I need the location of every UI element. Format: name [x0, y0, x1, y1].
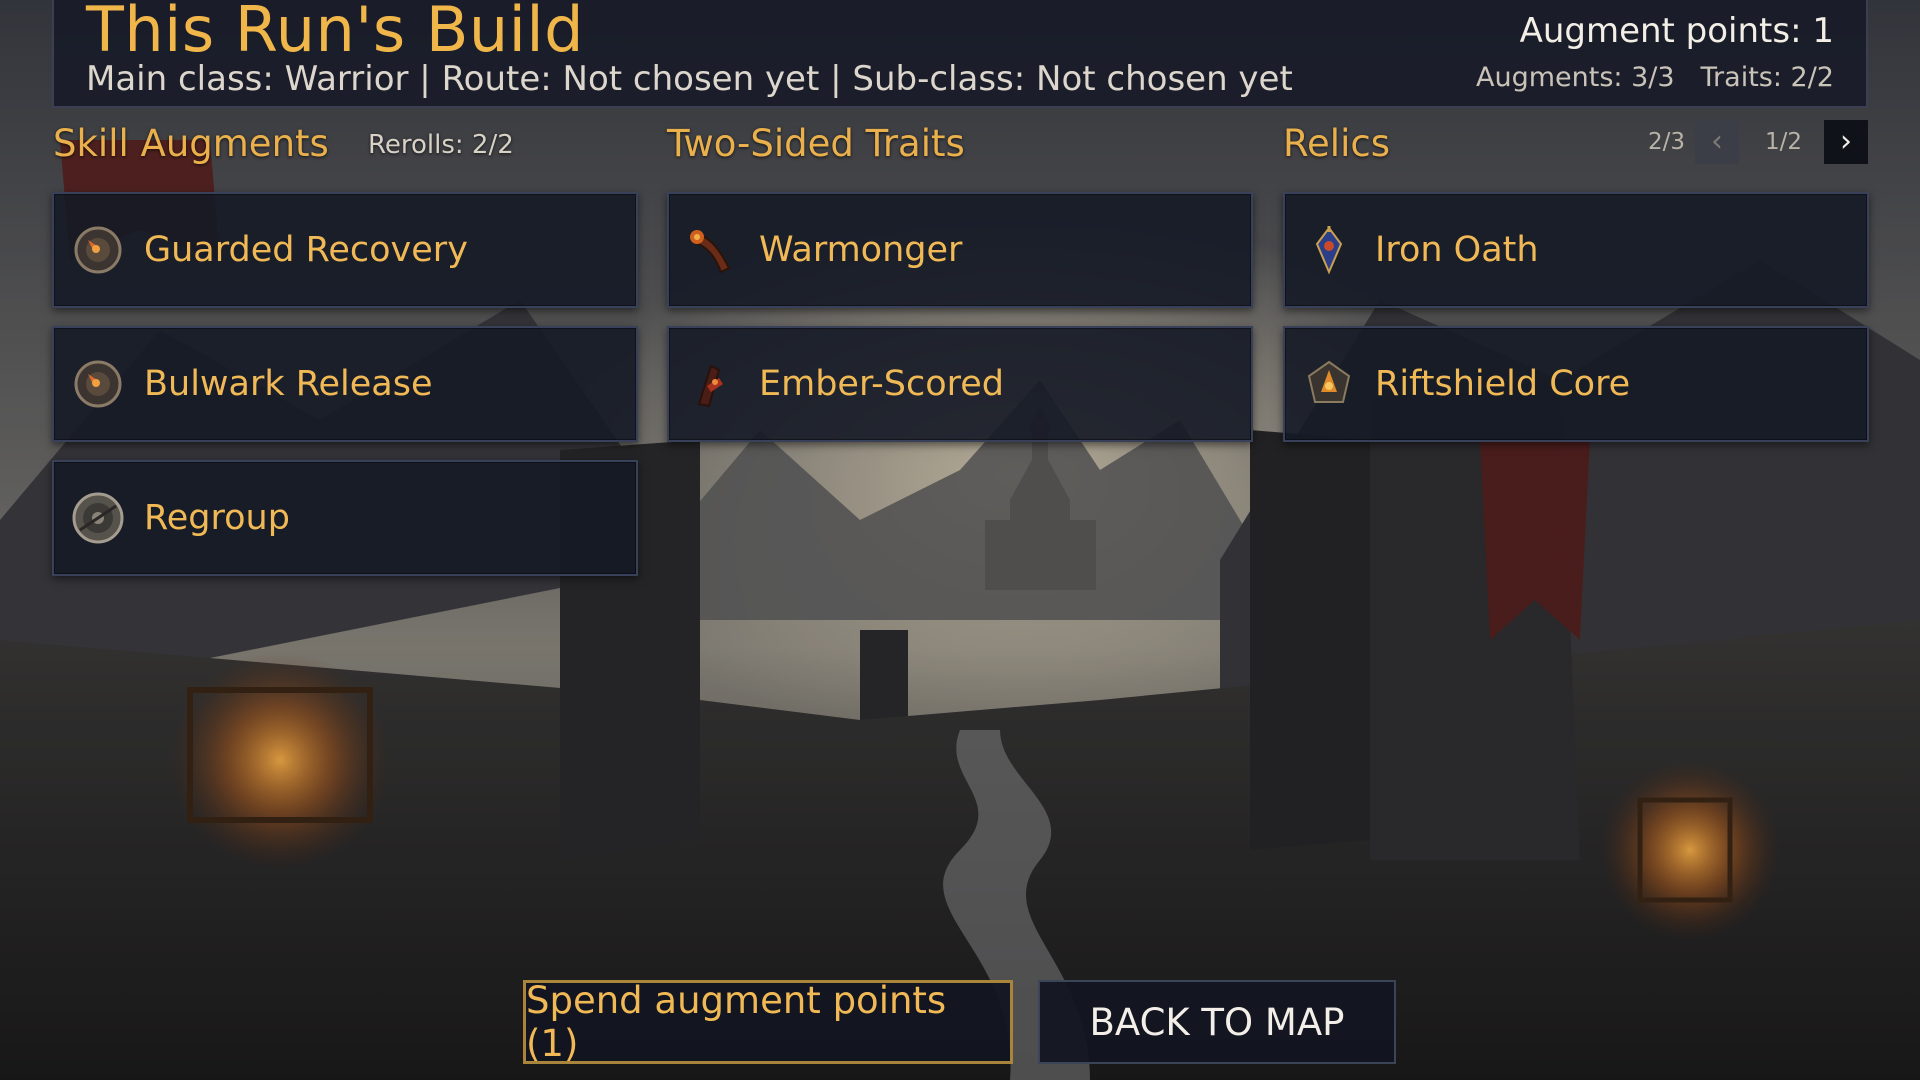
shield-spark-icon	[74, 360, 122, 408]
trait-label: Ember-Scored	[759, 364, 1004, 404]
skill-augments-title: Skill Augments	[53, 122, 329, 165]
relic-label: Riftshield Core	[1375, 364, 1631, 404]
augment-card-regroup[interactable]: Regroup	[52, 460, 638, 576]
relic-card-riftshield-core[interactable]: Riftshield Core	[1283, 326, 1869, 442]
ember-claw-icon	[697, 364, 723, 408]
trait-card-ember-scored[interactable]: Ember-Scored	[667, 326, 1253, 442]
augment-label: Regroup	[144, 498, 290, 538]
build-header: This Run's Build Main class: Warrior | R…	[52, 0, 1868, 108]
traits-count: Traits: 2/2	[1700, 62, 1834, 93]
build-summary: Main class: Warrior | Route: Not chosen …	[86, 59, 1293, 99]
augment-points: Augment points: 1	[1519, 11, 1834, 51]
relics-pager: 2/3 ‹ 1/2 ›	[1648, 120, 1868, 164]
war-horn-icon	[690, 230, 731, 274]
round-shield-icon	[72, 492, 124, 544]
prev-page-button[interactable]: ‹	[1694, 120, 1739, 164]
spend-augment-points-button[interactable]: Spend augment points (1)	[523, 979, 1013, 1065]
page-title: This Run's Build	[86, 0, 584, 66]
page-count-a: 2/3	[1647, 129, 1685, 155]
rerolls-count: Rerolls: 2/2	[368, 130, 514, 160]
oath-amulet-icon	[1315, 226, 1343, 275]
next-page-button[interactable]: ›	[1824, 120, 1868, 164]
relics-title: Relics	[1283, 122, 1390, 165]
slot-counters: Augments: 3/3 Traits: 2/2	[1476, 60, 1834, 96]
trait-card-warmonger[interactable]: Warmonger	[667, 192, 1253, 308]
relic-card-iron-oath[interactable]: Iron Oath	[1283, 192, 1869, 308]
augment-label: Guarded Recovery	[144, 230, 468, 270]
augment-card-guarded-recovery[interactable]: Guarded Recovery	[52, 192, 638, 308]
shield-spark-icon	[74, 226, 122, 274]
page-count-b: 1/2	[1764, 129, 1802, 155]
augments-count: Augments: 3/3	[1475, 62, 1675, 93]
back-to-map-button[interactable]: BACK TO MAP	[1038, 980, 1396, 1064]
augment-card-bulwark-release[interactable]: Bulwark Release	[52, 326, 638, 442]
relic-label: Iron Oath	[1375, 230, 1539, 270]
rift-core-icon	[1307, 360, 1351, 403]
traits-title: Two-Sided Traits	[667, 122, 965, 165]
trait-label: Warmonger	[759, 230, 963, 270]
augment-label: Bulwark Release	[144, 364, 433, 404]
